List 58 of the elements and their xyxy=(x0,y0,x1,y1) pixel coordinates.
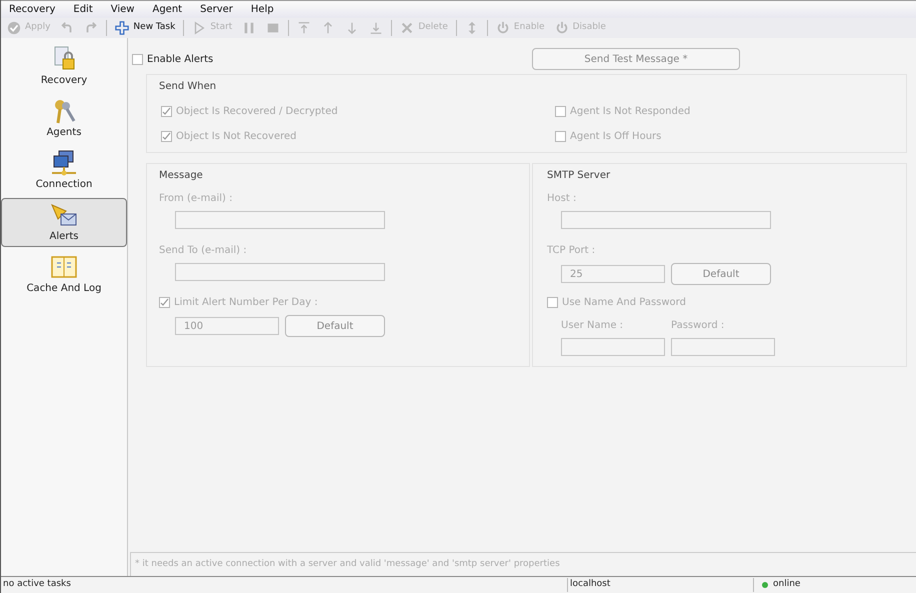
move-bottom-icon xyxy=(369,21,384,35)
default-button[interactable]: Default xyxy=(285,315,385,337)
sidebar-item[interactable]: Agents xyxy=(1,94,127,143)
plus-icon xyxy=(115,21,130,35)
computers-icon xyxy=(49,149,79,177)
send-test-button[interactable]: Send Test Message * xyxy=(532,48,740,70)
power-icon xyxy=(496,21,510,35)
checkbox-option[interactable]: Enable Alerts xyxy=(132,52,532,66)
footnote: * it needs an active connection with a server and valid 'message' and 'smtp server' properties xyxy=(135,558,560,571)
text-field[interactable] xyxy=(175,263,385,281)
move-top-icon xyxy=(297,21,312,35)
field-label: User Name : xyxy=(561,319,624,333)
pause-icon xyxy=(242,21,256,35)
stop-icon xyxy=(266,21,280,35)
text-field[interactable] xyxy=(561,211,771,229)
status-text: no active tasks xyxy=(2,578,72,592)
power-icon xyxy=(554,21,569,35)
field-label: From (e-mail) : xyxy=(159,193,232,204)
menu-item[interactable]: Agent xyxy=(152,2,182,17)
checkbox-option[interactable]: Use Name And Password xyxy=(547,295,906,310)
text-field[interactable]: 25 xyxy=(561,265,665,283)
menu-item[interactable]: Recovery xyxy=(9,2,56,17)
checkmark-icon xyxy=(162,132,171,141)
redo-icon xyxy=(84,21,98,35)
sidebar-item[interactable]: Recovery xyxy=(1,42,127,91)
group-title: SMTP Server xyxy=(547,169,612,183)
check-circle-icon xyxy=(7,21,21,35)
checkbox-option[interactable]: Object Is Not Recovered xyxy=(161,129,555,144)
field-label: Password : xyxy=(671,319,726,333)
sidebar-item[interactable]: Alerts xyxy=(1,198,127,247)
field-label: TCP Port : xyxy=(547,245,596,256)
field-label: Send To (e-mail) : xyxy=(159,245,247,256)
undo-icon xyxy=(60,21,74,35)
checkbox-option[interactable]: Agent Is Off Hours xyxy=(555,129,906,144)
delete-icon xyxy=(400,21,414,35)
group-title: Send When xyxy=(159,81,216,92)
sidebar-item[interactable]: Connection xyxy=(1,146,127,195)
connection-status: online xyxy=(773,578,800,592)
menu-item[interactable]: Server xyxy=(200,2,233,17)
text-field[interactable] xyxy=(671,338,775,356)
checkbox-option[interactable]: Agent Is Not Responded xyxy=(555,104,906,119)
text-field[interactable] xyxy=(175,211,385,229)
checkmark-icon xyxy=(162,107,171,116)
menu-item[interactable]: Help xyxy=(250,2,274,17)
toolbar-button[interactable]: New Task xyxy=(113,21,178,35)
text-field[interactable]: 100 xyxy=(175,317,279,335)
menu-item[interactable]: Edit xyxy=(73,2,93,17)
checkmark-icon xyxy=(160,298,169,307)
field-label: Host : xyxy=(547,193,576,204)
group-title: Message xyxy=(159,169,204,183)
checkbox-option[interactable]: Object Is Recovered / Decrypted xyxy=(161,104,555,119)
default-button[interactable]: Default xyxy=(671,263,771,285)
text-field[interactable] xyxy=(561,338,665,356)
menu-item[interactable]: View xyxy=(110,2,134,17)
checkbox-option[interactable]: Limit Alert Number Per Day : xyxy=(159,295,529,310)
play-icon xyxy=(192,21,206,35)
server-host: localhost xyxy=(567,578,753,592)
sidebar-item[interactable]: Cache And Log xyxy=(1,250,127,299)
